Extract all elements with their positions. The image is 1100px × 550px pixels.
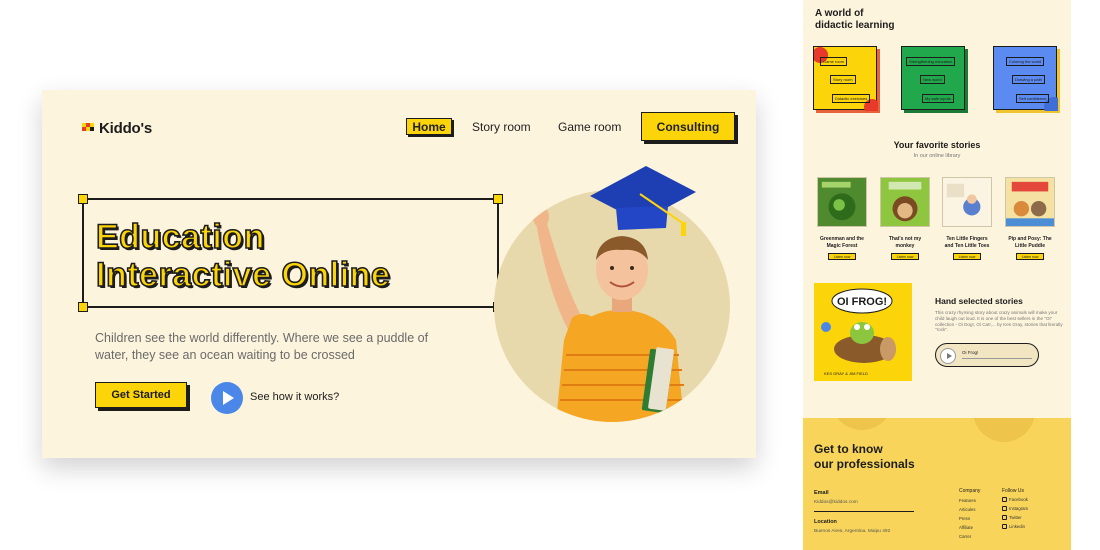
- oi-frog-cover-title: OI FROG!: [837, 296, 887, 308]
- book-card[interactable]: Greenman and the Magic Forest Listen now: [817, 177, 867, 260]
- footer-title-line-2: our professionals: [814, 457, 915, 471]
- headline-line-1: Education: [95, 217, 265, 257]
- oi-frog-illustration: OI FROG! KES GRAY & JIM FIELD: [814, 283, 912, 381]
- follow-heading: Follow Us: [1002, 488, 1024, 494]
- tile-label: Didactic exercises: [832, 94, 871, 103]
- tile-label: Coloring the world: [1006, 57, 1045, 66]
- facebook-icon: [1002, 497, 1007, 503]
- company-link[interactable]: Features: [959, 498, 976, 503]
- nav-home[interactable]: Home: [406, 118, 452, 135]
- page-title: Education Interactive Online: [95, 217, 391, 295]
- tile-coloring[interactable]: Coloring the world Drawing a path Self c…: [993, 46, 1060, 113]
- email-label: Email: [814, 490, 829, 496]
- tile-label: Drawing a path: [1012, 75, 1045, 84]
- audio-player[interactable]: Oi Frog!: [935, 343, 1039, 367]
- footer-title: Get to know our professionals: [814, 442, 915, 472]
- tile-education[interactable]: Strengthening education New world My saf…: [901, 46, 968, 113]
- tile-label: Strengthening education: [906, 57, 956, 66]
- location-value: Buenos Aires, Argentina. Maipu 492: [814, 529, 891, 534]
- book-card[interactable]: Ten Little Fingers and Ten Little Toes L…: [942, 177, 992, 260]
- section-title-world: A world of didactic learning: [815, 8, 894, 32]
- divider: [814, 511, 914, 512]
- social-link-facebook[interactable]: Facebook: [1002, 497, 1028, 503]
- consulting-button[interactable]: Consulting: [641, 112, 735, 141]
- linkedin-icon: [1002, 524, 1007, 530]
- get-started-button[interactable]: Get Started: [95, 382, 187, 408]
- tile-label: New world: [920, 75, 945, 84]
- world-title-line-2: didactic learning: [815, 20, 895, 31]
- how-it-works-link[interactable]: See how it works?: [250, 391, 339, 403]
- tile-front: Coloring the world Drawing a path Self c…: [993, 46, 1058, 111]
- listen-now-button[interactable]: Listen now: [953, 253, 981, 260]
- resize-handle: [78, 302, 88, 312]
- tile-label: My safe inputs: [922, 94, 954, 103]
- progress-track[interactable]: [962, 358, 1032, 359]
- headline-frame: Education Interactive Online: [78, 194, 503, 312]
- tile-front: Game room Story room Didactic exercises: [813, 46, 878, 111]
- footer: Get to know our professionals Email Kidd…: [803, 418, 1071, 550]
- social-label: Instagram: [1009, 506, 1029, 511]
- tile-label: Story room: [830, 75, 856, 84]
- hero-card: Kiddo's Home Story room Game room Consul…: [42, 90, 756, 458]
- social-link-instagram[interactable]: Instagram: [1002, 506, 1029, 512]
- book-title: Greenman and the Magic Forest: [820, 236, 864, 249]
- graduation-cap-icon: [590, 166, 696, 236]
- book-card[interactable]: That's not my monkey Listen now: [880, 177, 930, 260]
- headline-line-2: Interactive Online: [95, 255, 391, 295]
- play-icon[interactable]: [940, 348, 956, 364]
- social-link-linkedin[interactable]: Linkedin: [1002, 524, 1026, 530]
- social-label: Twitter: [1009, 515, 1022, 520]
- listen-now-button[interactable]: Listen now: [828, 253, 856, 260]
- company-heading: Company: [959, 488, 981, 494]
- main-nav: Home Story room Game room Consulting: [42, 112, 756, 142]
- book-title: Pip and Posy: The Little Puddle: [1008, 236, 1052, 249]
- favorite-stories-subtitle: In our online library: [913, 153, 961, 159]
- twitter-icon: [1002, 515, 1007, 521]
- company-link[interactable]: Press: [959, 516, 970, 521]
- book-title: Ten Little Fingers and Ten Little Toes: [944, 236, 990, 249]
- instagram-icon: [1002, 506, 1007, 512]
- book-cover: [880, 177, 930, 227]
- listen-now-button[interactable]: Listen now: [891, 253, 919, 260]
- book-card[interactable]: Pip and Posy: The Little Puddle Listen n…: [1005, 177, 1055, 260]
- tile-game-room[interactable]: Game room Story room Didactic exercises: [813, 46, 880, 113]
- tile-label: Game room: [820, 57, 848, 66]
- book-cover: [817, 177, 867, 227]
- decorative-circle: [973, 418, 1035, 442]
- hand-selected-description: This crazy rhyming story about crazy ani…: [935, 310, 1063, 333]
- landing-page-preview: A world of didactic learning Game room S…: [803, 0, 1071, 550]
- favorite-stories-title: Your favorite stories: [893, 140, 981, 150]
- company-link[interactable]: Carrer: [959, 534, 971, 539]
- company-link[interactable]: Articules: [959, 507, 975, 512]
- company-link[interactable]: Affiliate: [959, 525, 973, 530]
- resize-handle: [78, 194, 88, 204]
- social-link-twitter[interactable]: Twitter: [1002, 515, 1022, 521]
- book-title: That's not my monkey: [888, 236, 922, 249]
- oi-frog-cover[interactable]: OI FROG! KES GRAY & JIM FIELD: [814, 283, 912, 381]
- hero-subtitle: Children see the world differently. Wher…: [95, 331, 429, 362]
- world-title-line-1: A world of: [815, 8, 864, 19]
- location-label: Location: [814, 519, 837, 525]
- social-label: Linkedin: [1009, 524, 1026, 529]
- book-cover: [942, 177, 992, 227]
- social-label: Facebook: [1009, 497, 1028, 502]
- book-cover: [1005, 177, 1055, 227]
- tile-label: Self confidence: [1016, 94, 1050, 103]
- tile-front: Strengthening education New world My saf…: [901, 46, 965, 110]
- listen-now-button[interactable]: Listen now: [1016, 253, 1044, 260]
- nav-story-room[interactable]: Story room: [472, 118, 531, 135]
- hand-selected-title: Hand selected stories: [935, 296, 1023, 306]
- track-name: Oi Frog!: [962, 350, 979, 355]
- email-value[interactable]: Kiddos@kiddos.com: [814, 500, 858, 505]
- footer-title-line-1: Get to know: [814, 442, 883, 456]
- play-icon: [223, 391, 234, 405]
- decorative-circle: [831, 418, 893, 430]
- nav-game-room[interactable]: Game room: [558, 118, 621, 135]
- play-video-button[interactable]: [211, 382, 243, 414]
- oi-frog-authors: KES GRAY & JIM FIELD: [824, 371, 868, 376]
